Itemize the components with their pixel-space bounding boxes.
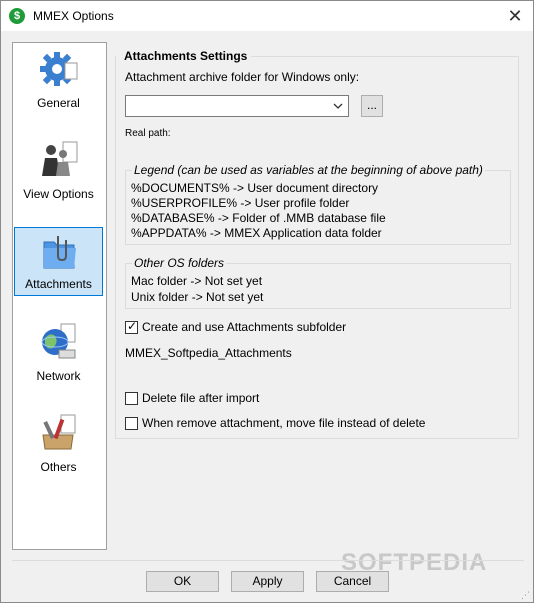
section-border-bottom	[115, 438, 518, 439]
subfolder-name: MMEX_Softpedia_Attachments	[125, 346, 292, 360]
chevron-down-icon	[333, 103, 343, 109]
button-bar-divider	[12, 560, 524, 561]
archive-folder-combobox[interactable]	[125, 95, 349, 117]
nav-item-label: Network	[36, 369, 81, 383]
other-os-line: Mac folder -> Not set yet	[131, 274, 263, 288]
nav-item-others[interactable]: Others	[14, 409, 103, 478]
cancel-button[interactable]: Cancel	[316, 571, 389, 592]
paperclip-folder-icon	[43, 236, 76, 269]
options-nav-list: General View Options Attachments Network…	[12, 42, 107, 550]
delete-after-import-checkbox[interactable]	[125, 392, 138, 405]
section-title: Attachments Settings	[124, 49, 248, 63]
legend-line: %DATABASE% -> Folder of .MMB database fi…	[131, 211, 386, 225]
legend-title: Legend (can be used as variables at the …	[132, 163, 485, 177]
real-path-label: Real path:	[125, 128, 171, 139]
nav-item-label: Attachments	[25, 277, 92, 291]
other-os-group: Other OS folders Mac folder -> Not set y…	[125, 256, 511, 309]
nav-item-network[interactable]: Network	[14, 318, 103, 387]
checkmark-icon: ✓	[127, 319, 138, 333]
browse-folder-button[interactable]: ...	[361, 95, 383, 117]
legend-line: %APPDATA% -> MMEX Application data folde…	[131, 226, 382, 240]
legend-line: %DOCUMENTS% -> User document directory	[131, 181, 379, 195]
ok-button[interactable]: OK	[146, 571, 219, 592]
other-os-title: Other OS folders	[132, 256, 227, 270]
options-dialog: $ MMEX Options ✕ General View Options At…	[0, 0, 534, 603]
nav-item-attachments[interactable]: Attachments	[14, 227, 103, 296]
nav-item-label: General	[37, 96, 80, 110]
legend-line: %USERPROFILE% -> User profile folder	[131, 196, 350, 210]
nav-item-view-options[interactable]: View Options	[14, 136, 103, 205]
people-icon	[42, 141, 78, 176]
window-title: MMEX Options	[33, 9, 114, 23]
other-os-line: Unix folder -> Not set yet	[131, 290, 264, 304]
delete-after-import-label[interactable]: Delete file after import	[142, 391, 259, 405]
move-instead-delete-checkbox[interactable]	[125, 417, 138, 430]
apply-button[interactable]: Apply	[231, 571, 304, 592]
nav-item-label: View Options	[23, 187, 94, 201]
nav-item-general[interactable]: General	[14, 45, 103, 114]
create-subfolder-label[interactable]: Create and use Attachments subfolder	[142, 320, 346, 334]
archive-folder-label: Attachment archive folder for Windows on…	[125, 70, 360, 84]
section-divider	[251, 56, 518, 57]
tools-icon	[42, 414, 76, 450]
globe-network-icon	[41, 323, 76, 359]
section-border-left	[115, 56, 116, 438]
section-border-right	[518, 56, 519, 438]
resize-grip-icon[interactable]: ⋰	[521, 590, 531, 600]
nav-item-label: Others	[40, 460, 77, 474]
create-subfolder-checkbox[interactable]: ✓	[125, 319, 138, 334]
move-instead-delete-label[interactable]: When remove attachment, move file instea…	[142, 416, 425, 430]
mmex-app-icon: $	[9, 8, 25, 24]
gear-icon	[40, 52, 78, 86]
title-bar: $ MMEX Options ✕	[1, 1, 533, 31]
close-button[interactable]: ✕	[497, 1, 533, 31]
legend-group: Legend (can be used as variables at the …	[125, 163, 511, 245]
